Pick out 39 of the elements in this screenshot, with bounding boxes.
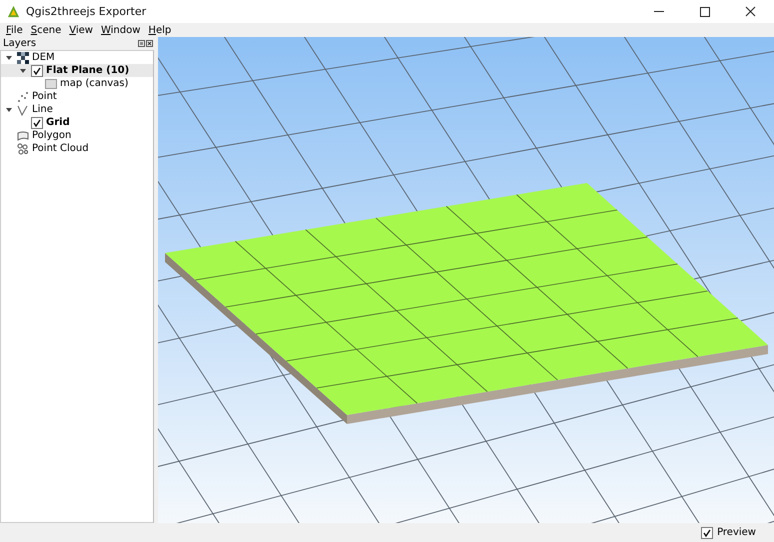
tree-item[interactable]: Grid [1, 116, 153, 129]
preview-label: Preview [717, 527, 756, 538]
tree-item[interactable]: Line [1, 103, 153, 116]
polygon-icon [17, 130, 29, 142]
expanded-arrow-icon[interactable] [5, 106, 13, 114]
polyline-icon [17, 104, 29, 116]
tree-item[interactable]: Polygon [1, 129, 153, 142]
tree-item[interactable]: DEM [1, 51, 153, 64]
triangle-logo-icon [7, 5, 20, 18]
float-button[interactable] [138, 40, 145, 47]
expanded-arrow-icon[interactable] [5, 54, 13, 62]
layer-label: Grid [46, 117, 70, 128]
layer-label: Point [32, 91, 57, 102]
layer-label: Flat Plane (10) [46, 65, 130, 76]
layer-label: map (canvas) [60, 78, 128, 89]
window-title: Qgis2threejs Exporter [26, 5, 146, 18]
menu-item[interactable]: Scene [30, 24, 62, 36]
tree-item[interactable]: Flat Plane (10) [1, 64, 153, 77]
tree-item[interactable]: Point [1, 90, 153, 103]
menu-item[interactable]: View [69, 24, 93, 36]
layer-label: Point Cloud [32, 143, 89, 154]
menu-item[interactable]: Help [148, 24, 172, 36]
point-cloud-icon [17, 142, 29, 154]
menu-item[interactable]: File [6, 24, 23, 36]
layer-label: DEM [32, 52, 55, 63]
checkbox[interactable] [31, 64, 43, 76]
close-button[interactable] [146, 40, 153, 47]
layer-label: Line [32, 104, 53, 115]
panel-title: Layers [3, 38, 36, 49]
checker-icon [17, 52, 29, 64]
tree-item[interactable]: map (canvas) [1, 77, 153, 90]
layer-label: Polygon [32, 130, 72, 141]
menu-item[interactable]: Window [100, 24, 140, 36]
tree-item[interactable]: Point Cloud [1, 142, 153, 155]
expanded-arrow-icon[interactable] [19, 66, 27, 74]
points-icon [17, 90, 29, 102]
preview-checkbox[interactable] [701, 526, 714, 538]
checkbox[interactable] [31, 116, 43, 128]
image-icon [45, 78, 57, 90]
